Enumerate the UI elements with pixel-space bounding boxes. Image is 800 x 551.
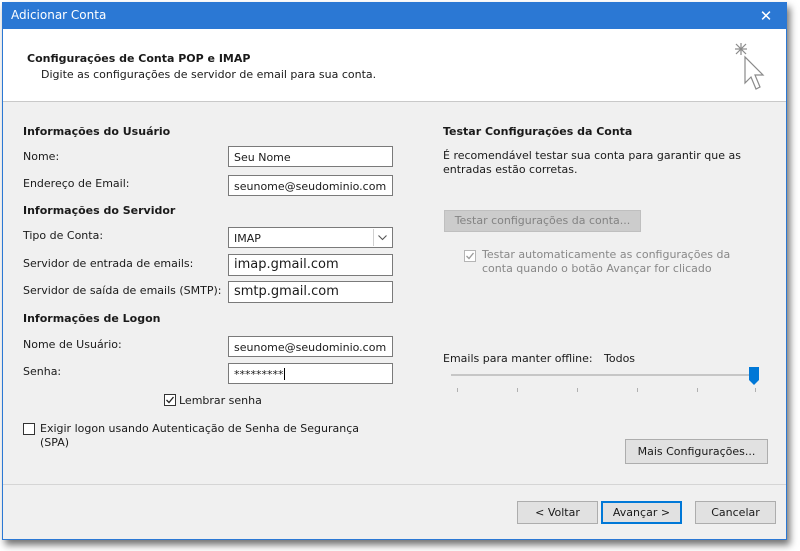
title-bar[interactable]: Adicionar Conta ✕ xyxy=(3,3,786,29)
name-label: Nome: xyxy=(23,150,60,163)
slider-tick xyxy=(637,388,638,392)
incoming-server-input[interactable]: imap.gmail.com xyxy=(228,254,393,276)
back-button[interactable]: < Voltar xyxy=(517,501,598,524)
text-cursor xyxy=(283,368,285,380)
test-account-settings-button[interactable]: Testar configurações da conta... xyxy=(444,210,641,232)
username-label: Nome de Usuário: xyxy=(23,338,122,351)
password-value: ********* xyxy=(234,368,284,381)
offline-slider-thumb[interactable] xyxy=(749,367,759,385)
auto-test-label-line2: conta quando o botão Avançar for clicado xyxy=(482,262,712,275)
spa-checkbox[interactable] xyxy=(23,423,35,435)
account-type-select[interactable]: IMAP xyxy=(228,227,393,248)
close-button[interactable]: ✕ xyxy=(746,3,786,29)
outgoing-server-input[interactable]: smtp.gmail.com xyxy=(228,281,393,303)
spa-label-line2: (SPA) xyxy=(40,436,70,449)
name-input[interactable]: Seu Nome xyxy=(228,146,393,167)
password-input[interactable]: ********* xyxy=(228,363,393,384)
test-desc-line1: É recomendável testar sua conta para gar… xyxy=(443,149,741,162)
server-info-heading: Informações do Servidor xyxy=(23,204,176,217)
outgoing-server-label: Servidor de saída de emails (SMTP): xyxy=(23,284,222,297)
test-desc-line2: entradas estão corretas. xyxy=(443,163,578,176)
slider-tick xyxy=(755,388,756,392)
email-input[interactable]: seunome@seudominio.com xyxy=(228,175,393,196)
user-info-heading: Informações do Usuário xyxy=(23,125,171,138)
remember-password-label: Lembrar senha xyxy=(179,394,262,407)
account-type-label: Tipo de Conta: xyxy=(23,229,104,242)
slider-tick xyxy=(697,388,698,392)
checkmark-icon xyxy=(466,252,475,260)
next-button[interactable]: Avançar > xyxy=(601,501,682,524)
auto-test-label-line1: Testar automaticamente as configurações … xyxy=(482,248,731,261)
header-subtitle: Digite as configurações de servidor de e… xyxy=(41,68,377,81)
cancel-button[interactable]: Cancelar xyxy=(695,501,776,524)
test-settings-heading: Testar Configurações da Conta xyxy=(443,125,633,138)
footer-divider xyxy=(3,484,786,485)
slider-tick xyxy=(457,388,458,392)
incoming-server-label: Servidor de entrada de emails: xyxy=(23,257,194,270)
slider-tick xyxy=(517,388,518,392)
chevron-down-icon[interactable] xyxy=(373,229,391,246)
offline-label: Emails para manter offline: xyxy=(443,352,593,365)
password-label: Senha: xyxy=(23,365,62,378)
header-title: Configurações de Conta POP e IMAP xyxy=(27,52,251,65)
remember-password-checkbox[interactable] xyxy=(164,394,176,406)
add-account-dialog: Adicionar Conta ✕ Configurações de Conta… xyxy=(2,2,787,540)
username-input[interactable]: seunome@seudominio.com xyxy=(228,336,393,357)
wizard-header: Configurações de Conta POP e IMAP Digite… xyxy=(3,29,786,102)
wizard-cursor-sparkle-icon xyxy=(735,43,765,90)
spa-label-line1: Exigir logon usando Autenticação de Senh… xyxy=(40,422,360,435)
checkmark-icon xyxy=(166,396,175,404)
window-title: Adicionar Conta xyxy=(11,8,107,22)
offline-value: Todos xyxy=(604,352,636,365)
more-settings-button[interactable]: Mais Configurações... xyxy=(625,439,768,464)
offline-slider-track[interactable] xyxy=(451,374,757,376)
logon-info-heading: Informações de Logon xyxy=(23,312,161,325)
slider-tick xyxy=(577,388,578,392)
email-label: Endereço de Email: xyxy=(23,177,130,190)
account-type-value: IMAP xyxy=(234,232,261,245)
auto-test-checkbox[interactable] xyxy=(464,250,476,262)
